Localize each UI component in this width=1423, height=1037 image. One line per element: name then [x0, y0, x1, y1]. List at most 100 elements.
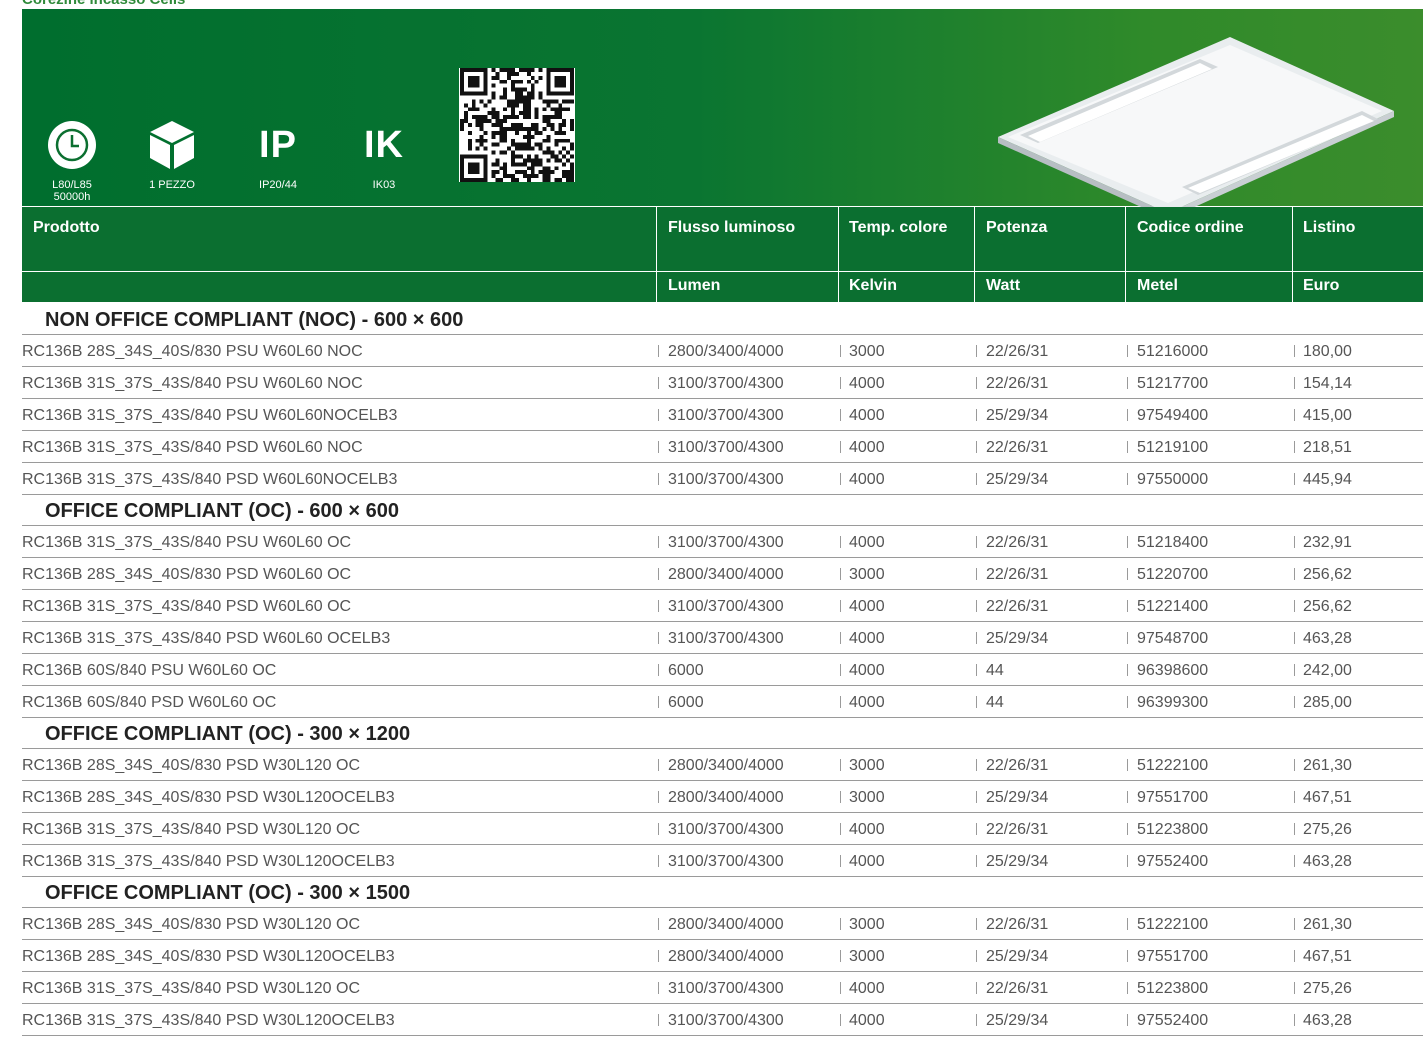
table-row[interactable]: RC136B 28S_34S_40S/830 PSD W30L120OCELB3…: [22, 940, 1423, 972]
cell-flux: 3100/3700/4300: [668, 375, 784, 392]
tick: [976, 918, 977, 930]
cell-price: 467,51: [1303, 789, 1352, 806]
tick: [1127, 918, 1128, 930]
cell-power: 22/26/31: [986, 566, 1049, 583]
cell-product: RC136B 31S_37S_43S/840 PSD W30L120 OC: [22, 821, 360, 838]
tick: [1127, 632, 1128, 644]
ip-icon-text: IP: [259, 124, 297, 166]
cell-price: 261,30: [1303, 916, 1352, 933]
tick: [1127, 982, 1128, 994]
tick: [1294, 1014, 1295, 1026]
cell-temp: 3000: [849, 789, 885, 806]
table-row[interactable]: RC136B 31S_37S_43S/840 PSU W60L60 NOC 310…: [22, 367, 1423, 399]
luminaire-image: [998, 37, 1394, 213]
cell-code: 97552400: [1137, 853, 1209, 870]
tick: [840, 759, 841, 771]
tick: [840, 536, 841, 548]
tick: [840, 409, 841, 421]
cell-price: 445,94: [1303, 471, 1352, 488]
cell-temp: 4000: [849, 630, 885, 647]
tick: [1294, 759, 1295, 771]
feature-lifetime-label: L80/L85 50000h: [22, 179, 122, 203]
tick: [658, 664, 659, 676]
cell-price: 463,28: [1303, 853, 1352, 870]
table-row[interactable]: RC136B 60S/840 PSD W60L60 OC 6000 4000 44 96…: [22, 686, 1423, 718]
tick: [1127, 759, 1128, 771]
cell-product: RC136B 60S/840 PSD W60L60 OC: [22, 694, 277, 711]
header-luminous-flux: Flusso luminoso: [668, 219, 796, 236]
table-row[interactable]: RC136B 31S_37S_43S/840 PSD W30L120 OC 310…: [22, 972, 1423, 1004]
tick: [1127, 1014, 1128, 1026]
cell-temp: 4000: [849, 534, 885, 551]
cell-temp: 4000: [849, 853, 885, 870]
tick: [1127, 696, 1128, 708]
cell-power: 22/26/31: [986, 916, 1049, 933]
cell-product: RC136B 31S_37S_43S/840 PSD W30L120OCELB3: [22, 1012, 395, 1029]
tick: [1294, 536, 1295, 548]
feature-ik-rating: IK IK03: [334, 117, 434, 191]
qr-code[interactable]: [459, 68, 575, 182]
header-separator: [22, 271, 1423, 272]
unit-kelvin: Kelvin: [849, 277, 898, 294]
cell-flux: 2800/3400/4000: [668, 948, 784, 965]
cell-flux: 3100/3700/4300: [668, 980, 784, 997]
cell-power: 25/29/34: [986, 630, 1049, 647]
table-row[interactable]: RC136B 31S_37S_43S/840 PSD W30L120OCELB3…: [22, 1004, 1423, 1036]
product-banner: L80/L85 50000h 1 PEZZO IP IP20/44 IK IK0…: [22, 9, 1423, 213]
tick: [840, 696, 841, 708]
unit-watt: Watt: [986, 277, 1021, 294]
cell-price: 232,91: [1303, 534, 1352, 551]
cell-flux: 2800/3400/4000: [668, 757, 784, 774]
table-row[interactable]: RC136B 60S/840 PSU W60L60 OC 6000 4000 44 96…: [22, 654, 1423, 686]
table-row[interactable]: RC136B 31S_37S_43S/840 PSD W60L60 NOC 310…: [22, 431, 1423, 463]
header-price: Listino: [1303, 219, 1356, 236]
table-row[interactable]: RC136B 28S_34S_40S/830 PSD W30L120OCELB3…: [22, 781, 1423, 813]
table-row[interactable]: RC136B 31S_37S_43S/840 PSD W60L60 OCELB3…: [22, 622, 1423, 654]
cell-product: RC136B 28S_34S_40S/830 PSD W30L120OCELB3: [22, 948, 395, 965]
tick: [840, 377, 841, 389]
cell-code: 96399300: [1137, 694, 1209, 711]
cell-product: RC136B 28S_34S_40S/830 PSU W60L60 NOC: [22, 343, 363, 360]
cell-flux: 3100/3700/4300: [668, 407, 784, 424]
tick: [976, 696, 977, 708]
feature-package: 1 PEZZO: [122, 117, 222, 191]
tick: [840, 791, 841, 803]
cell-flux: 3100/3700/4300: [668, 598, 784, 615]
table-row[interactable]: RC136B 31S_37S_43S/840 PSD W30L120OCELB3…: [22, 845, 1423, 877]
column-divider: [1292, 207, 1293, 302]
table-row[interactable]: RC136B 31S_37S_43S/840 PSU W60L60 OC 3100…: [22, 526, 1423, 558]
cell-flux: 3100/3700/4300: [668, 439, 784, 456]
feature-lifetime-line2: 50000h: [53, 191, 91, 203]
table-row[interactable]: RC136B 31S_37S_43S/840 PSD W60L60 OC 3100…: [22, 590, 1423, 622]
tick: [840, 855, 841, 867]
table-row[interactable]: RC136B 28S_34S_40S/830 PSD W30L120 OC 280…: [22, 908, 1423, 940]
cell-temp: 3000: [849, 916, 885, 933]
ik-icon-text: IK: [364, 124, 404, 166]
header-order-code: Codice ordine: [1137, 219, 1244, 236]
unit-euro: Euro: [1303, 277, 1340, 294]
feature-ik-label: IK03: [372, 179, 396, 191]
cell-code: 97551700: [1137, 948, 1209, 965]
tick: [658, 759, 659, 771]
cell-temp: 4000: [849, 598, 885, 615]
feature-package-label: 1 PEZZO: [149, 179, 195, 191]
cell-product: RC136B 28S_34S_40S/830 PSD W30L120OCELB3: [22, 789, 395, 806]
section-title: OFFICE COMPLIANT (OC) - 300 × 1200: [22, 718, 1423, 749]
tick: [1127, 600, 1128, 612]
table-row[interactable]: RC136B 31S_37S_43S/840 PSD W30L120 OC 310…: [22, 813, 1423, 845]
cell-product: RC136B 31S_37S_43S/840 PSD W30L120 OC: [22, 980, 360, 997]
cell-power: 22/26/31: [986, 343, 1049, 360]
cell-product: RC136B 31S_37S_43S/840 PSU W60L60 OC: [22, 534, 352, 551]
cell-flux: 2800/3400/4000: [668, 343, 784, 360]
cell-code: 97551700: [1137, 789, 1209, 806]
cell-flux: 3100/3700/4300: [668, 853, 784, 870]
column-divider: [1125, 207, 1126, 302]
table-row[interactable]: RC136B 28S_34S_40S/830 PSD W60L60 OC 2800…: [22, 558, 1423, 590]
table-row[interactable]: RC136B 28S_34S_40S/830 PSU W60L60 NOC 280…: [22, 335, 1423, 367]
tick: [658, 791, 659, 803]
tick: [1294, 982, 1295, 994]
table-row[interactable]: RC136B 28S_34S_40S/830 PSD W30L120 OC 280…: [22, 749, 1423, 781]
table-row[interactable]: RC136B 31S_37S_43S/840 PSU W60L60NOCELB3…: [22, 399, 1423, 431]
tick: [658, 568, 659, 580]
table-row[interactable]: RC136B 31S_37S_43S/840 PSD W60L60NOCELB3…: [22, 463, 1423, 495]
